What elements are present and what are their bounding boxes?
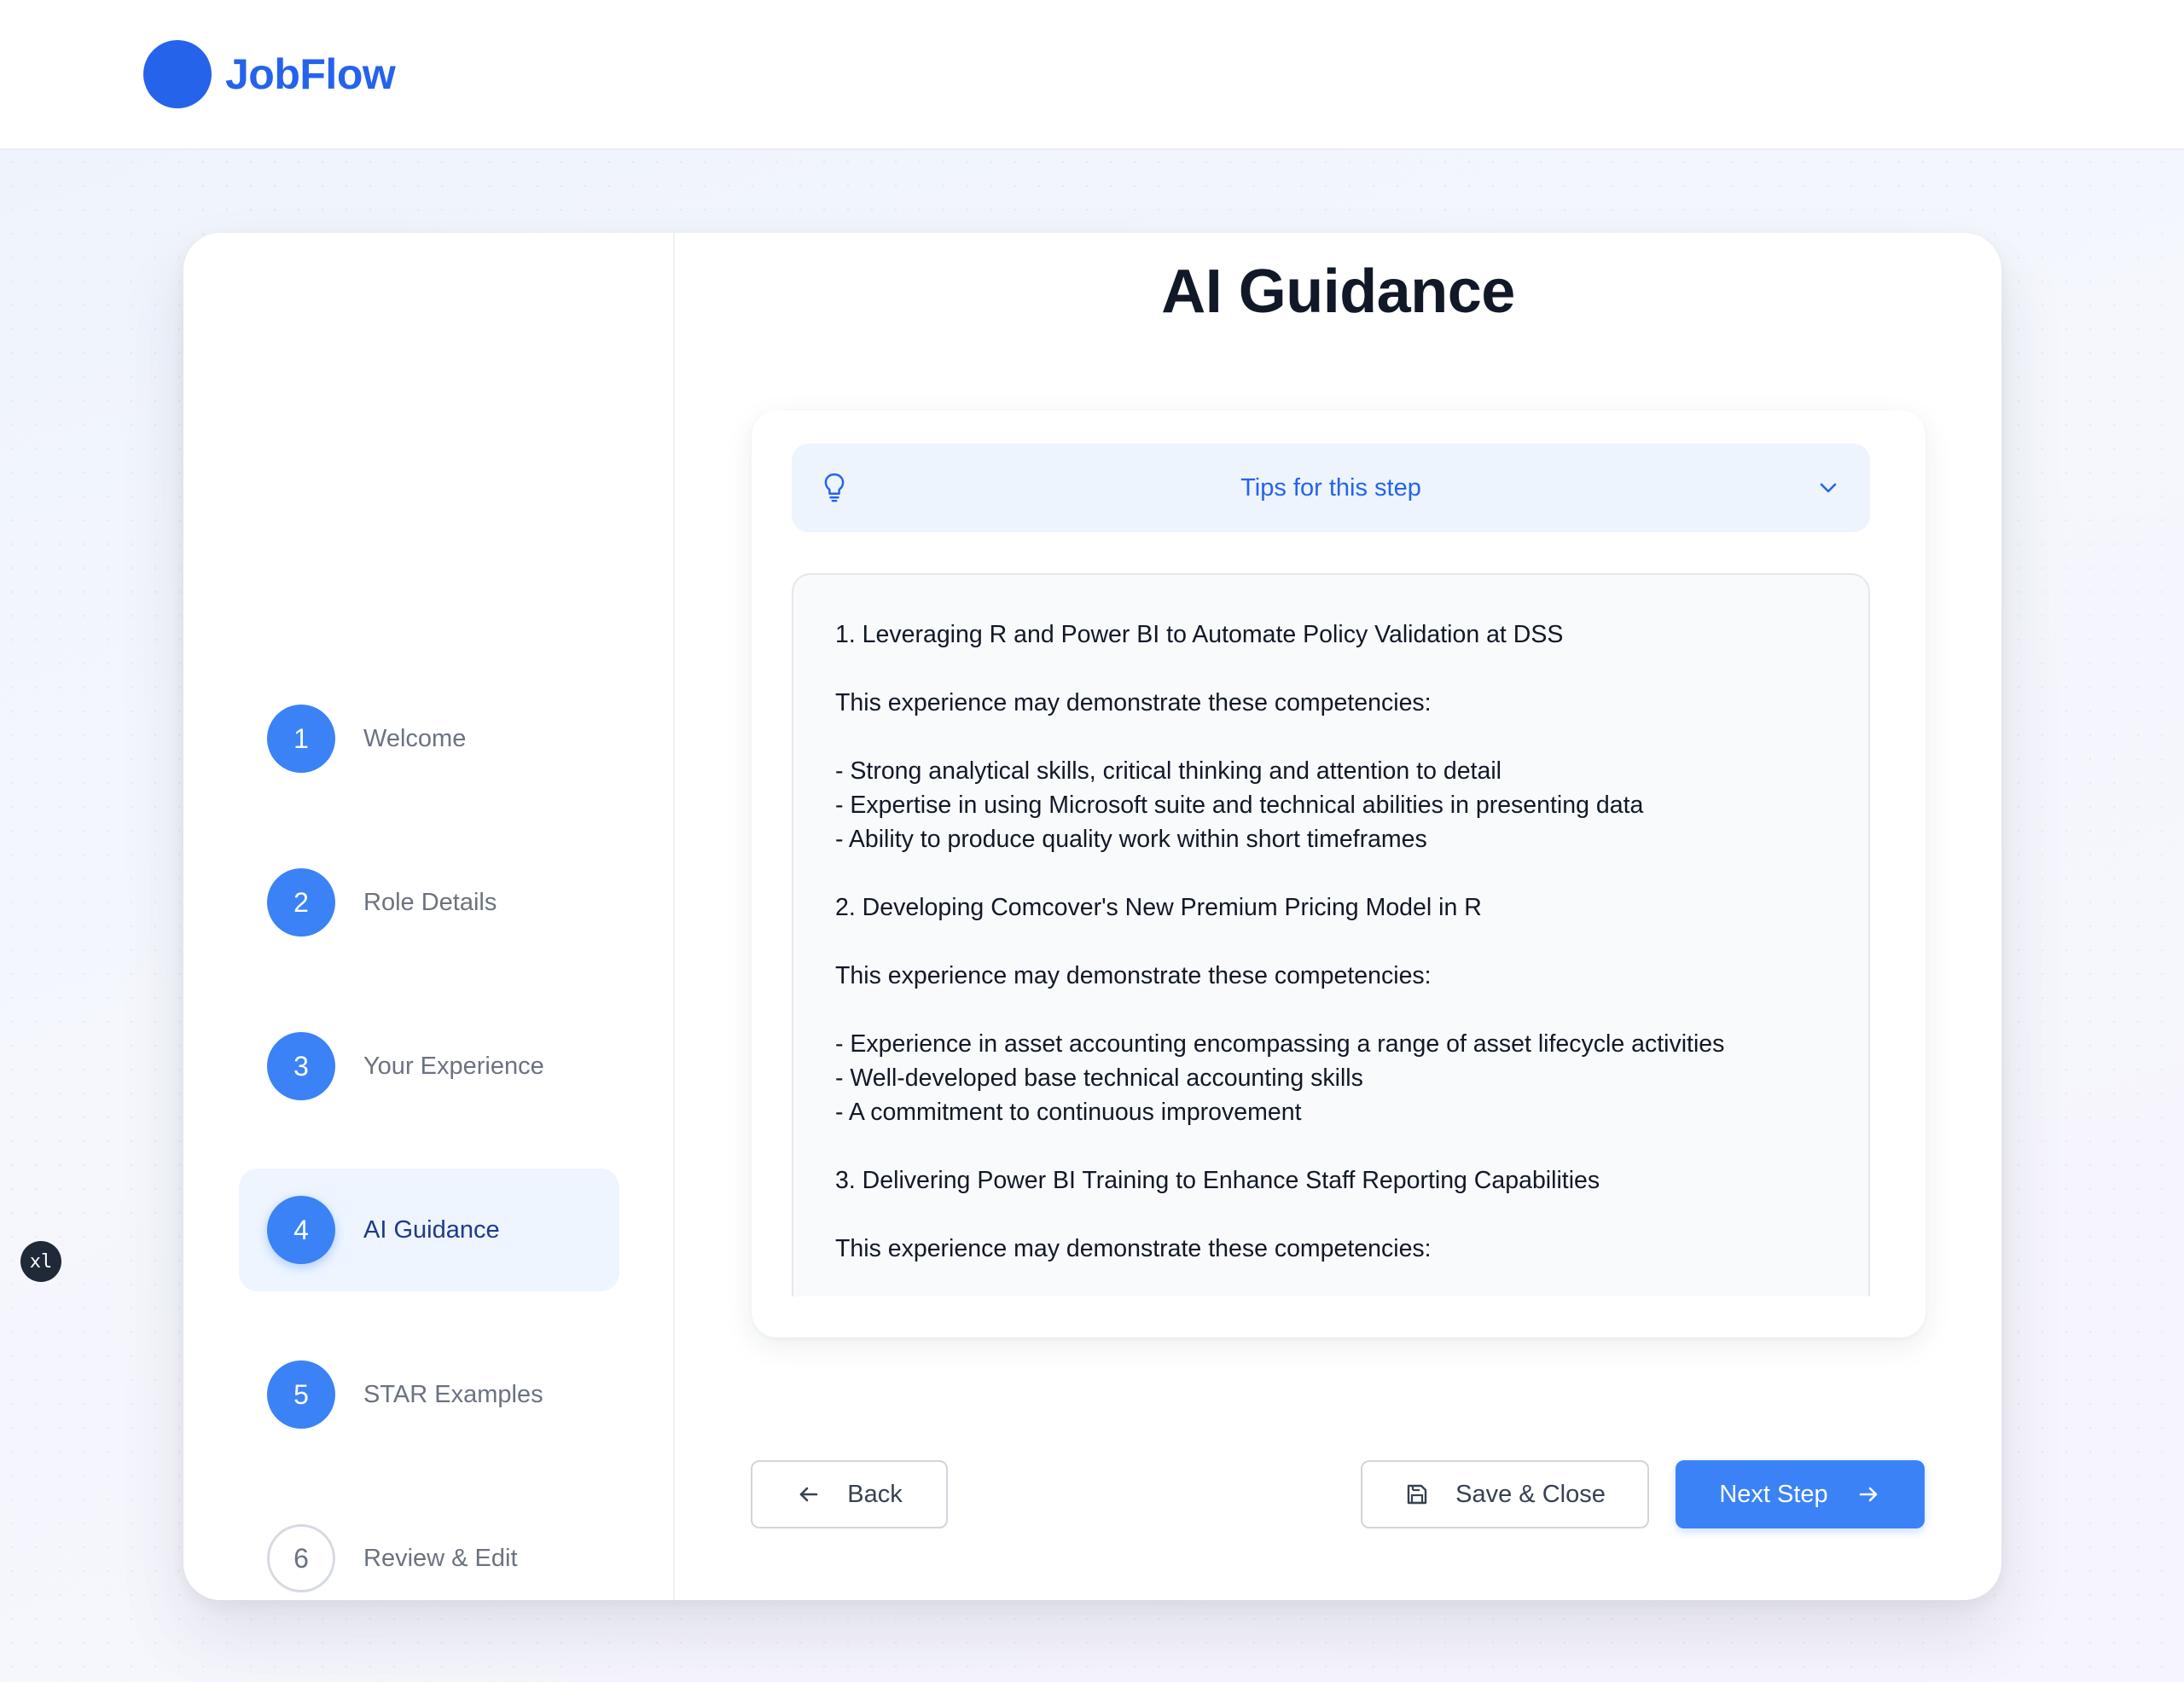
arrow-left-icon [799,1487,818,1502]
wizard-card: 1 Welcome 2 Role Details 3 Your Experien… [183,233,2001,1600]
guidance-line: This experience may demonstrate these co… [835,962,1432,989]
guidance-text-box: 1. Leveraging R and Power BI to Automate… [792,573,1870,1296]
sidebar-step-star-examples[interactable]: 5 STAR Examples [239,1333,619,1456]
guidance-text: 1. Leveraging R and Power BI to Automate… [835,618,1834,1266]
guidance-line: 2. Developing Comcover's New Premium Pri… [835,894,1482,921]
step-number-badge: 3 [267,1032,335,1100]
sidebar-step-ai-guidance[interactable]: 4 AI Guidance [239,1169,619,1291]
back-button-label: Back [847,1480,903,1508]
guidance-spacer [835,856,1834,890]
sidebar-step-review-edit[interactable]: 6 Review & Edit [239,1497,619,1600]
sidebar-step-welcome[interactable]: 1 Welcome [239,677,619,800]
main-content: AI Guidance Tips for this step 1. Levera… [675,233,2001,1600]
guidance-line: This experience may demonstrate these co… [835,1235,1432,1262]
back-button[interactable]: Back [751,1460,948,1528]
guidance-spacer [835,720,1834,754]
guidance-spacer [835,925,1834,959]
save-icon [1407,1484,1427,1505]
guidance-spacer [835,1198,1834,1232]
save-close-button[interactable]: Save & Close [1361,1460,1649,1528]
step-label: Your Experience [363,1052,544,1080]
next-step-button[interactable]: Next Step [1676,1460,1925,1528]
sidebar-step-role-details[interactable]: 2 Role Details [239,841,619,964]
step-number-badge: 1 [267,705,335,773]
guidance-line: - A commitment to continuous improvement [835,1099,1302,1126]
step-number-badge: 4 [267,1196,335,1264]
guidance-line: 3. Delivering Power BI Training to Enhan… [835,1167,1600,1194]
guidance-line: This experience may demonstrate these co… [835,689,1432,716]
step-label: Welcome [363,724,467,752]
chevron-down-icon [1820,483,1837,493]
next-step-label: Next Step [1719,1480,1828,1508]
step-label: Review & Edit [363,1544,518,1572]
guidance-spacer [835,1129,1834,1163]
save-close-label: Save & Close [1455,1480,1606,1508]
guidance-line: - Expertise in using Microsoft suite and… [835,792,1644,819]
guidance-line: - Strong analytical skills, critical thi… [835,757,1502,785]
step-number-badge: 2 [267,868,335,937]
guidance-scroll-area[interactable]: 1. Leveraging R and Power BI to Automate… [792,573,1870,1296]
arrow-right-icon [1859,1487,1877,1502]
breakpoint-badge: xl [20,1241,61,1282]
guidance-line: 1. Leveraging R and Power BI to Automate… [835,621,1564,648]
tips-accordion[interactable]: Tips for this step [792,444,1870,532]
step-label: AI Guidance [363,1215,500,1244]
tips-label: Tips for this step [1240,474,1421,502]
guidance-spacer [835,993,1834,1027]
guidance-line: - Ability to produce quality work within… [835,826,1427,853]
guidance-line: - Experience in asset accounting encompa… [835,1030,1725,1058]
logo-circle-icon [143,40,212,108]
sidebar-step-your-experience[interactable]: 3 Your Experience [239,1005,619,1128]
step-number-badge: 6 [267,1524,335,1592]
guidance-line: - Well-developed base technical accounti… [835,1064,1363,1092]
brand-name: JobFlow [225,50,396,98]
brand-logo[interactable]: JobFlow [143,40,396,108]
top-header: JobFlow [0,0,2184,150]
guidance-spacer [835,652,1834,686]
step-sidebar: 1 Welcome 2 Role Details 3 Your Experien… [183,233,675,1600]
step-number-badge: 5 [267,1360,335,1429]
step-label: Role Details [363,888,497,916]
page-title: AI Guidance [1161,258,1515,326]
step-label: STAR Examples [363,1380,543,1408]
